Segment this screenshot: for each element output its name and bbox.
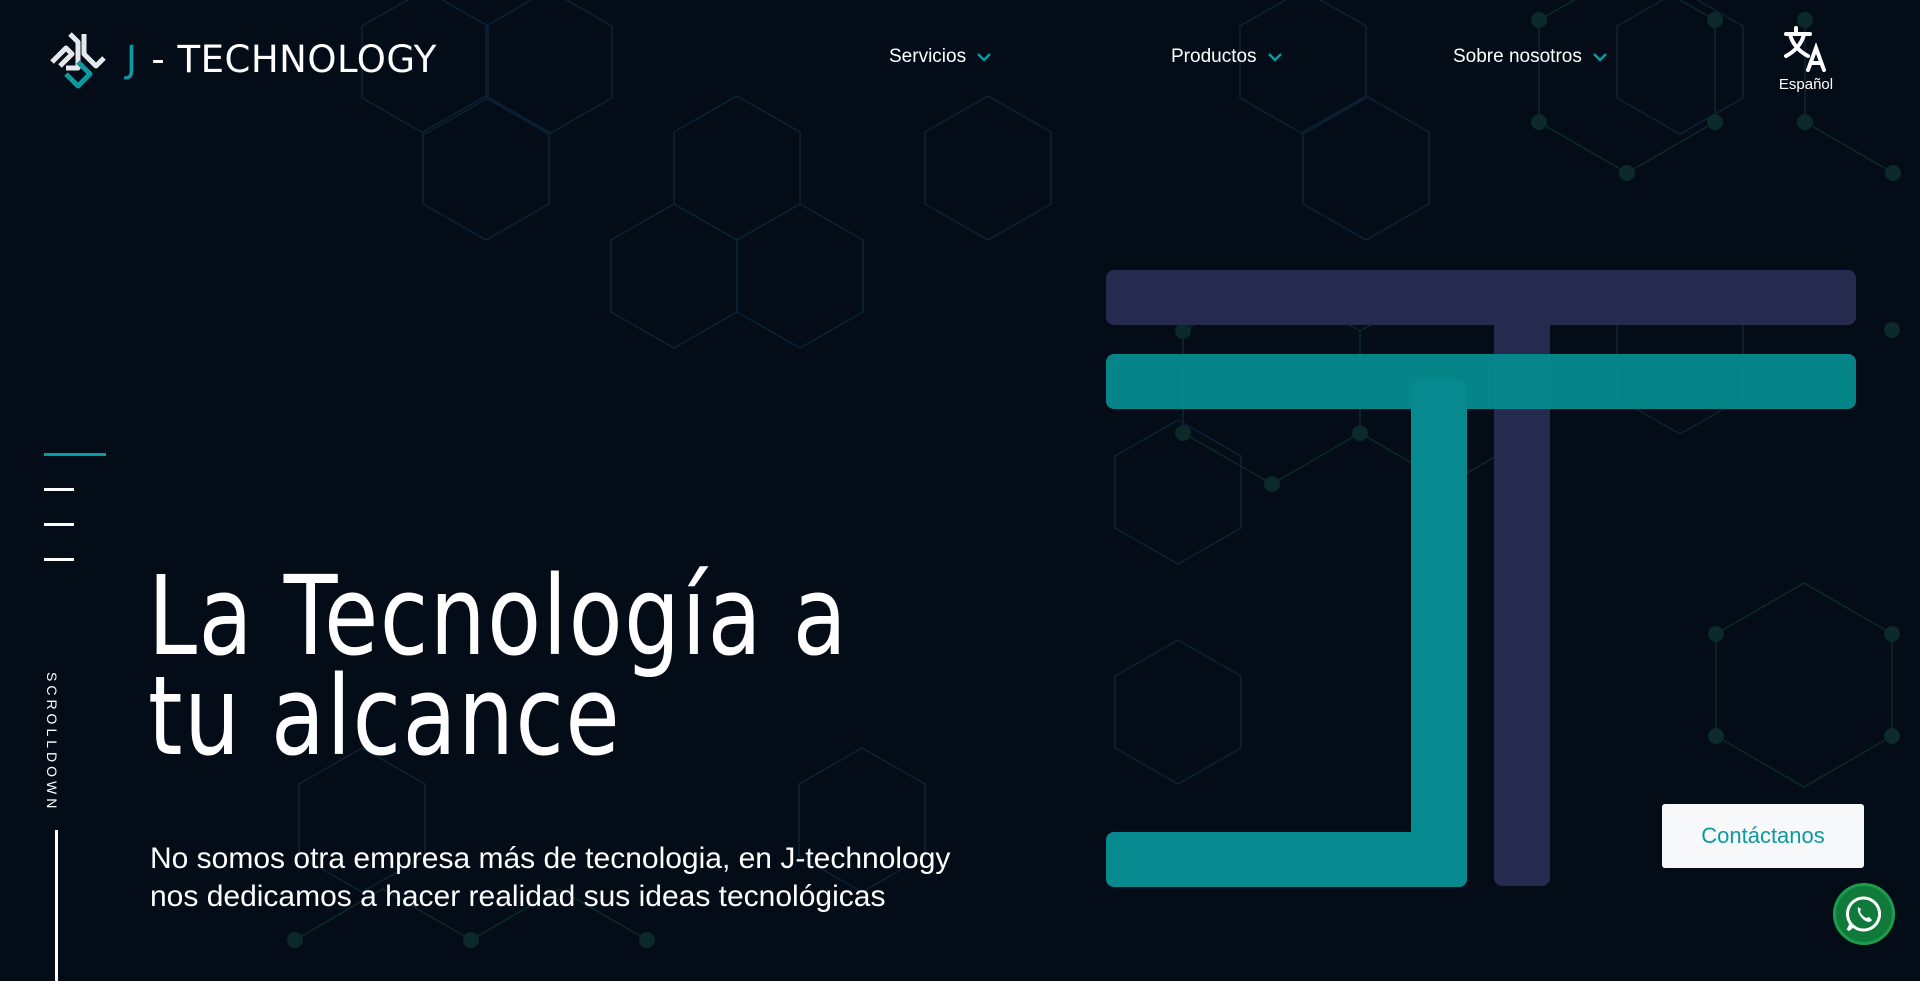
brand-letter: J	[126, 37, 138, 81]
nav-item-servicios[interactable]: Servicios	[889, 46, 992, 68]
scrolldown-label: SCROLLDOWN	[44, 672, 60, 813]
whatsapp-icon	[1846, 896, 1882, 932]
chevron-down-icon	[1267, 53, 1282, 62]
slide-indicator[interactable]	[44, 488, 74, 491]
hero-title: La Tecnología a tu alcance	[148, 561, 848, 771]
hexagon-pattern-background	[287, 0, 1901, 948]
slide-indicator[interactable]	[44, 558, 74, 561]
hero-subtitle-line1: No somos otra empresa más de tecnologia,…	[150, 842, 951, 875]
hero-subtitle-line2: nos dedicamos a hacer realidad sus ideas…	[150, 880, 886, 913]
nav-item-sobre-nosotros[interactable]: Sobre nosotros	[1453, 46, 1608, 68]
brand-logo[interactable]: J - TECHNOLOGY	[48, 28, 437, 90]
language-selector[interactable]: Español	[1776, 26, 1836, 93]
hero-subtitle: No somos otra empresa más de tecnologia,…	[150, 840, 1010, 916]
nav-item-label: Productos	[1171, 46, 1257, 67]
chevron-down-icon	[977, 53, 991, 62]
language-label: Español	[1778, 76, 1834, 93]
landing-page: J - TECHNOLOGY Servicios Productos Sobre …	[0, 0, 1920, 981]
translate-icon	[1784, 26, 1826, 72]
chevron-down-icon	[1592, 53, 1607, 62]
contact-button[interactable]: Contáctanos	[1662, 804, 1864, 868]
brand-name: J - TECHNOLOGY	[126, 38, 437, 81]
hero-title-line2: tu alcance	[148, 652, 622, 780]
slide-indicator[interactable]	[44, 523, 74, 526]
t-graphic-teal-base	[1106, 832, 1467, 887]
nav-item-label: Servicios	[889, 46, 967, 67]
nav-item-productos[interactable]: Productos	[1171, 46, 1283, 68]
logo-mark-icon	[50, 32, 106, 89]
t-graphic-teal-stem	[1411, 380, 1467, 887]
slide-indicator-active[interactable]	[44, 453, 106, 456]
nav-item-label: Sobre nosotros	[1453, 46, 1582, 67]
scrolldown-line	[55, 830, 58, 981]
t-graphic-teal-bar-top	[1106, 354, 1856, 409]
brand-wordmark: - TECHNOLOGY	[151, 37, 437, 81]
whatsapp-button[interactable]	[1833, 883, 1895, 945]
t-graphic-navy-bar-top	[1106, 270, 1856, 325]
